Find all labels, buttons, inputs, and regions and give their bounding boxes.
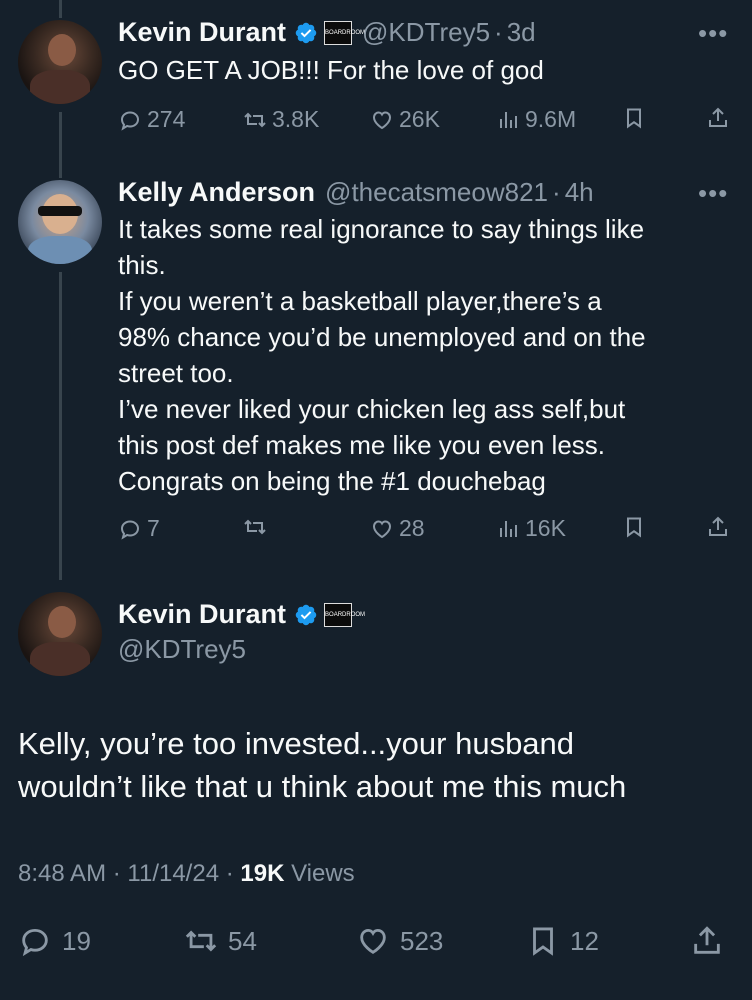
view-count: 16K [525, 515, 566, 541]
avatar[interactable] [18, 180, 102, 264]
author-name[interactable]: Kevin Durant [118, 599, 286, 630]
like-count: 26K [399, 106, 440, 132]
view-count: 9.6M [525, 106, 577, 132]
tweet2-actions: 7 28 16K [118, 515, 738, 545]
bookmark-button[interactable]: 12 [526, 924, 599, 958]
separator-dot: · [225, 860, 234, 887]
share-button[interactable] [706, 515, 735, 539]
bookmark-icon [627, 108, 641, 129]
heart-icon [372, 519, 392, 538]
views-button[interactable]: 9.6M [496, 106, 576, 133]
tweet-time[interactable]: 4h [565, 177, 594, 208]
share-button[interactable] [690, 924, 734, 958]
author-handle[interactable]: @thecatsmeow821 [325, 177, 548, 208]
share-icon [709, 107, 727, 127]
views-icon [500, 111, 517, 128]
tweet1-header: Kevin Durant BOARDROOM @KDTrey5 · 3d [118, 17, 536, 48]
tweet1-actions: 274 3.8K 26K 9.6M [118, 106, 738, 136]
reply-button[interactable]: 7 [118, 515, 160, 542]
avatar[interactable] [18, 592, 102, 676]
views-label: Views [291, 860, 355, 887]
tweet-line: street too. [118, 358, 234, 388]
separator-dot: · [112, 860, 121, 887]
share-icon [694, 926, 720, 954]
tweet-line: this. [118, 250, 166, 280]
retweet-count: 54 [228, 925, 257, 956]
author-name[interactable]: Kelly Anderson [118, 177, 315, 208]
retweet-button[interactable] [243, 515, 272, 539]
retweet-button[interactable]: 3.8K [243, 106, 319, 133]
like-button[interactable]: 26K [370, 106, 440, 133]
reply-icon [120, 519, 140, 540]
tweet-line: I’ve never liked your chicken leg ass se… [118, 394, 626, 424]
tweet-line: It takes some real ignorance to say thin… [118, 214, 645, 244]
like-button[interactable]: 28 [370, 515, 425, 542]
reply-icon [120, 110, 140, 131]
bookmark-button[interactable] [622, 106, 651, 130]
verified-badge-icon [295, 604, 317, 625]
heart-icon [360, 928, 386, 954]
tweet-time[interactable]: 8:48 AM [18, 860, 106, 887]
reply-count: 274 [147, 106, 186, 132]
heart-icon [372, 110, 392, 129]
like-count: 523 [400, 925, 444, 956]
thread-line-2 [59, 272, 62, 580]
author-handle[interactable]: @KDTrey5 [118, 634, 246, 665]
more-options-icon[interactable]: ••• [698, 178, 728, 209]
separator-dot: · [552, 177, 561, 207]
views-icon [500, 520, 517, 537]
tweet-text: It takes some real ignorance to say thin… [118, 211, 728, 499]
tweet-line: Congrats on being the #1 douchebag [118, 466, 546, 496]
tweet-meta: 8:48 AM · 11/14/24 · 19K Views [18, 860, 355, 888]
retweet-icon [185, 930, 217, 952]
retweet-icon [244, 112, 266, 127]
author-name[interactable]: Kevin Durant [118, 17, 286, 48]
views-count: 19K [240, 860, 285, 887]
reply-icon [22, 928, 48, 957]
tweet-line: If you weren’t a basketball player,there… [118, 286, 602, 316]
retweet-count: 3.8K [272, 106, 320, 132]
retweet-icon [244, 519, 266, 535]
thread-line-top [59, 0, 62, 18]
author-handle[interactable]: @KDTrey5 [362, 17, 490, 48]
reply-button[interactable]: 19 [18, 924, 91, 958]
affiliate-badge[interactable]: BOARDROOM [324, 602, 365, 627]
retweet-button[interactable]: 54 [184, 924, 257, 958]
reply-count: 7 [147, 515, 160, 541]
like-count: 28 [399, 515, 425, 541]
tweet2-header: Kelly Anderson @thecatsmeow821 · 4h [118, 177, 594, 208]
bookmark-icon [627, 517, 641, 538]
share-button[interactable] [706, 106, 735, 130]
bookmark-button[interactable] [622, 515, 651, 539]
tweet-text: Kelly, you’re too invested...your husban… [18, 722, 718, 808]
tweet-line: Kelly, you’re too invested...your husban… [18, 726, 575, 761]
more-options-icon[interactable]: ••• [698, 18, 728, 49]
verified-badge-icon [295, 22, 317, 43]
reply-count: 19 [62, 925, 91, 956]
tweet3-header: Kevin Durant BOARDROOM [118, 599, 365, 630]
separator-dot: · [494, 17, 503, 47]
tweet-line: wouldn’t like that u think about me this… [18, 769, 627, 804]
share-icon [709, 516, 727, 536]
tweet-date[interactable]: 11/14/24 [127, 860, 219, 887]
tweet-time[interactable]: 3d [507, 17, 536, 48]
bookmark-icon [533, 927, 553, 956]
tweet-text: GO GET A JOB!!! For the love of god [118, 55, 544, 85]
tweet3-actions: 19 54 523 12 [18, 924, 734, 964]
views-button[interactable]: 16K [496, 515, 566, 542]
affiliate-badge[interactable]: BOARDROOM [324, 20, 365, 45]
avatar[interactable] [18, 20, 102, 104]
tweet-line: this post def makes me like you even les… [118, 430, 606, 460]
bookmark-count: 12 [570, 925, 599, 956]
like-button[interactable]: 523 [356, 924, 443, 958]
reply-button[interactable]: 274 [118, 106, 185, 133]
tweet-line: 98% chance you’d be unemployed and on th… [118, 322, 646, 352]
thread-line-1 [59, 112, 62, 178]
